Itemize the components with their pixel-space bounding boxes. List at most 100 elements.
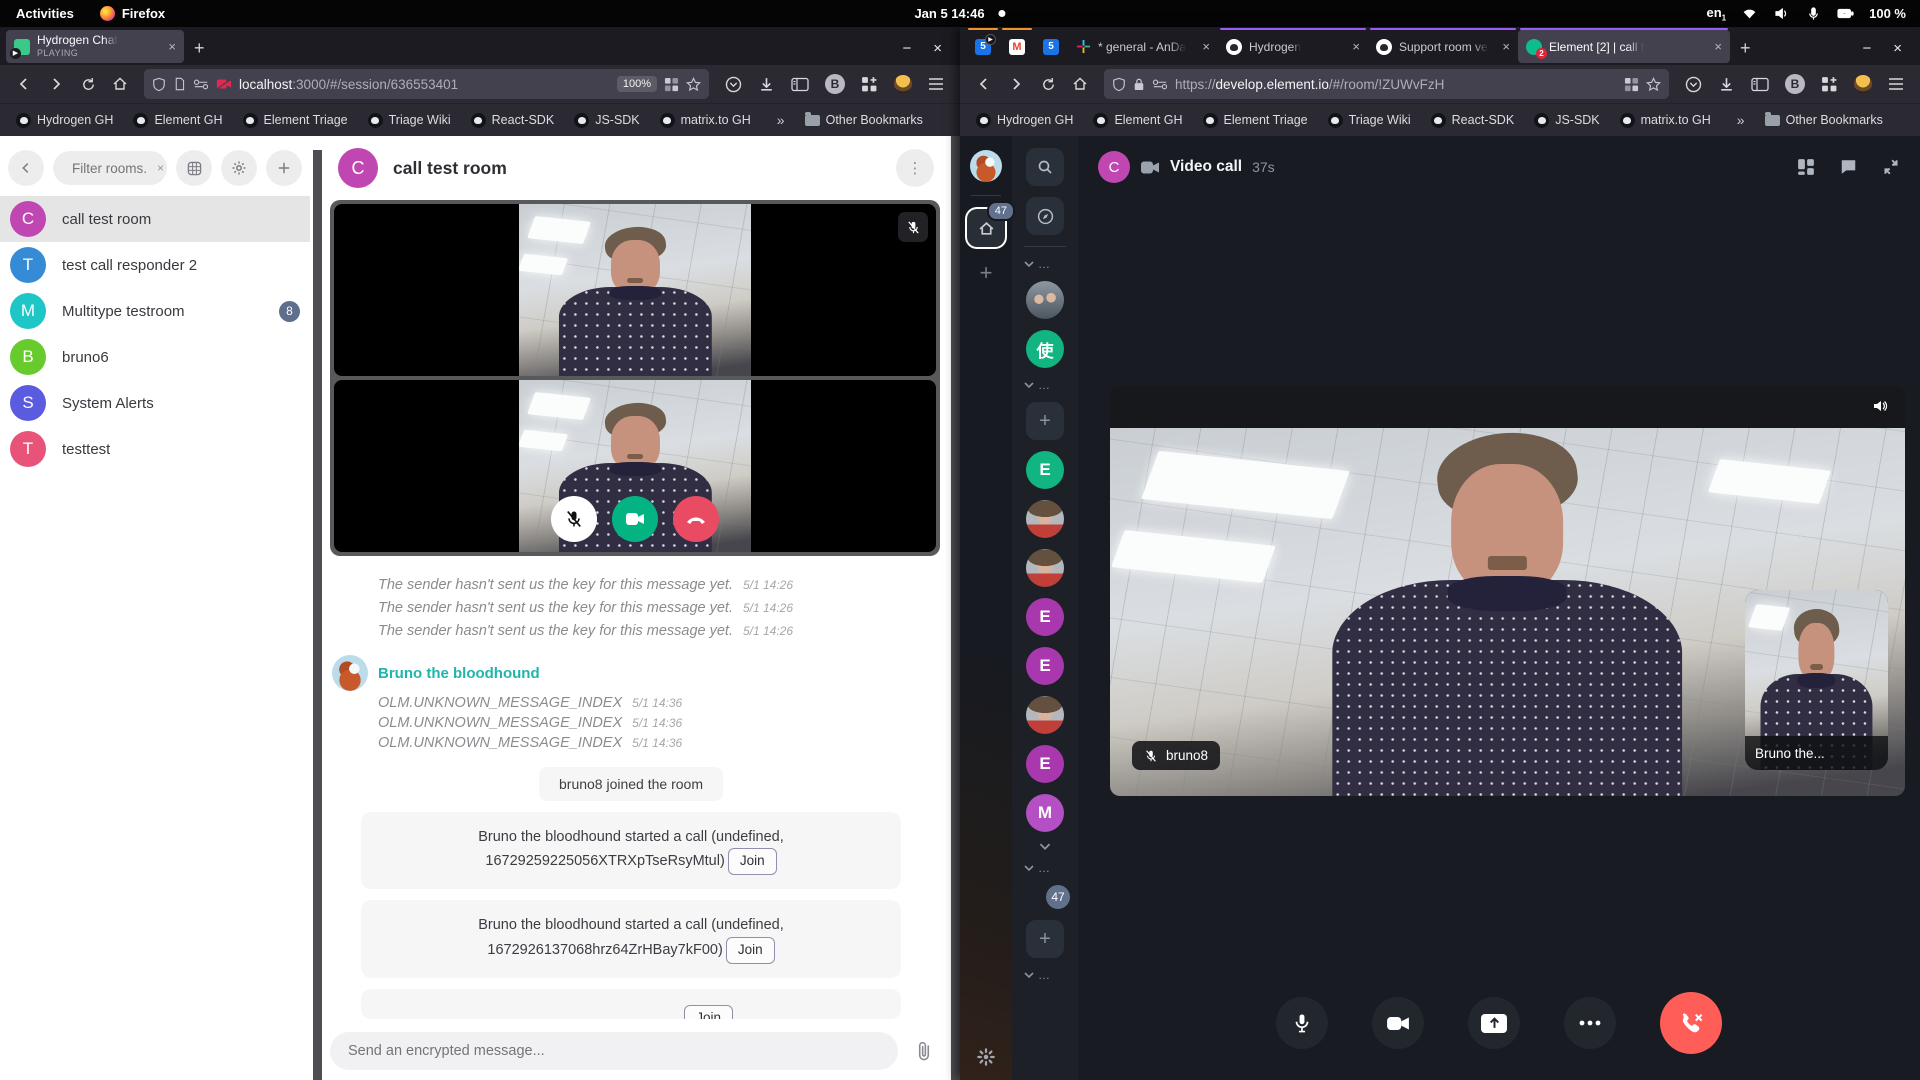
camera-blocked-icon[interactable] — [216, 78, 232, 90]
download-icon[interactable] — [758, 76, 775, 93]
sidebar-room-item[interactable]: SSystem Alerts — [0, 380, 310, 426]
settings-gear-button[interactable] — [221, 150, 257, 186]
filter-rooms-input[interactable] — [72, 161, 150, 176]
permissions-icon[interactable] — [1152, 78, 1168, 90]
back-button[interactable] — [970, 70, 998, 98]
sender-name[interactable]: Bruno the bloodhound — [378, 665, 540, 682]
more-options-button[interactable] — [1564, 997, 1616, 1049]
speaker-volume-icon[interactable] — [1871, 398, 1889, 414]
reload-button[interactable] — [74, 70, 102, 98]
collapsed-section-header[interactable]: … — [1024, 862, 1050, 874]
bookmark-item[interactable]: Triage Wiki — [368, 113, 451, 128]
collapsed-section-header[interactable]: … — [1024, 258, 1050, 270]
user-avatar[interactable] — [970, 150, 1002, 182]
search-button[interactable] — [1026, 148, 1064, 186]
activities-button[interactable]: Activities — [16, 6, 74, 21]
clear-filter-icon[interactable]: × — [157, 161, 164, 175]
shield-icon[interactable] — [1112, 77, 1126, 92]
forward-button[interactable] — [42, 70, 70, 98]
add-room-button[interactable]: + — [1026, 402, 1064, 440]
extension-critter-icon[interactable] — [894, 75, 912, 93]
layout-grid-icon[interactable] — [1797, 158, 1815, 176]
join-call-button[interactable]: Join — [684, 1005, 733, 1019]
zoom-level-chip[interactable]: 100% — [617, 76, 657, 92]
sidebar-toggle-icon[interactable] — [791, 77, 809, 92]
session-back-button[interactable] — [8, 150, 44, 186]
room-avatar[interactable] — [1026, 696, 1064, 734]
room-menu-kebab-icon[interactable]: ⋮ — [896, 149, 934, 187]
menu-hamburger-icon[interactable] — [1888, 77, 1904, 91]
window-close-button[interactable]: × — [1893, 40, 1902, 57]
extensions-puzzle-icon[interactable] — [1821, 76, 1838, 93]
page-info-icon[interactable] — [173, 77, 186, 91]
collapse-icon[interactable] — [1882, 158, 1900, 176]
extension-grid-icon[interactable] — [1624, 77, 1639, 92]
join-call-button[interactable]: Join — [728, 848, 777, 875]
sidebar-toggle-icon[interactable] — [1751, 77, 1769, 92]
tab-hydrogen-chat[interactable]: ▶ Hydrogen Chat PLAYING × — [6, 30, 184, 63]
hangup-button[interactable] — [673, 496, 719, 542]
bookmark-item[interactable]: Hydrogen GH — [976, 113, 1073, 128]
keyboard-layout[interactable]: en1 — [1707, 5, 1727, 23]
bookmark-item[interactable]: JS-SDK — [574, 113, 639, 128]
explore-button[interactable] — [1026, 197, 1064, 235]
create-room-button[interactable] — [266, 150, 302, 186]
sidebar-room-item[interactable]: MMultitype testroom8 — [0, 288, 310, 334]
home-button[interactable] — [106, 70, 134, 98]
bookmark-item[interactable]: Element Triage — [1203, 113, 1308, 128]
bookmark-item[interactable]: Triage Wiki — [1328, 113, 1411, 128]
bookmark-item[interactable]: matrix.to GH — [1620, 113, 1711, 128]
tab-close-icon[interactable]: × — [1196, 39, 1210, 54]
message-input[interactable] — [348, 1043, 880, 1059]
home-button[interactable] — [1066, 70, 1094, 98]
tab-element-2-call-t[interactable]: 2Element [2] | call t× — [1518, 30, 1730, 63]
filter-rooms-field[interactable]: × — [53, 151, 167, 185]
self-view-pip[interactable]: Bruno the... — [1745, 590, 1888, 770]
url-bar[interactable]: https://develop.element.io/#/room/!ZUWvF… — [1104, 69, 1669, 99]
system-tray[interactable]: en1 100 % — [1707, 5, 1920, 23]
collapsed-section-header[interactable]: … — [1024, 379, 1050, 391]
sidebar-room-item[interactable]: Bbruno6 — [0, 334, 310, 380]
room-avatar[interactable]: M — [1026, 794, 1064, 832]
call-video-tile-remote[interactable] — [334, 204, 936, 376]
extension-grid-icon[interactable] — [664, 77, 679, 92]
room-avatar[interactable]: E — [1026, 647, 1064, 685]
pinned-tab[interactable]: 5 — [1034, 30, 1068, 63]
window-minimize-button[interactable]: − — [902, 40, 911, 57]
new-tab-button[interactable]: + — [1730, 38, 1761, 59]
other-bookmarks-folder[interactable]: Other Bookmarks — [805, 113, 923, 127]
tab-audio-icon[interactable]: ▶ — [10, 48, 21, 59]
url-bar[interactable]: localhost:3000/#/session/636553401 100% — [144, 69, 709, 99]
grid-view-button[interactable] — [176, 150, 212, 186]
bitwarden-icon[interactable]: B — [825, 74, 845, 94]
mic-button[interactable] — [1276, 997, 1328, 1049]
add-room-button[interactable]: + — [1026, 920, 1064, 958]
join-call-button[interactable]: Join — [726, 937, 775, 964]
bookmark-item[interactable]: Element GH — [133, 113, 222, 128]
bitwarden-icon[interactable]: B — [1785, 74, 1805, 94]
quick-settings-gear-icon[interactable] — [977, 1048, 995, 1066]
scroll-chevron-icon[interactable] — [1039, 843, 1051, 851]
pocket-icon[interactable] — [1685, 76, 1702, 93]
room-avatar[interactable] — [1026, 281, 1064, 319]
bookmark-item[interactable]: Element Triage — [243, 113, 348, 128]
collapsed-section-header[interactable]: … — [1024, 969, 1050, 981]
remote-video-tile[interactable]: bruno8 Bruno the... — [1110, 386, 1905, 796]
back-button[interactable] — [10, 70, 38, 98]
tab-close-icon[interactable]: × — [1496, 39, 1510, 54]
room-avatar[interactable]: 使 — [1026, 330, 1064, 368]
hangup-call-button[interactable] — [1660, 992, 1722, 1054]
menu-hamburger-icon[interactable] — [928, 77, 944, 91]
tab-close-icon[interactable]: × — [162, 39, 176, 54]
reload-button[interactable] — [1034, 70, 1062, 98]
window-minimize-button[interactable]: − — [1862, 40, 1871, 57]
bookmark-item[interactable]: Element GH — [1093, 113, 1182, 128]
bookmarks-overflow-chevron[interactable]: » — [777, 112, 785, 128]
bookmarks-overflow-chevron[interactable]: » — [1737, 112, 1745, 128]
pinned-tab[interactable]: 5▶ — [966, 30, 1000, 63]
room-avatar[interactable] — [1026, 549, 1064, 587]
sidebar-room-item[interactable]: Ttest call responder 2 — [0, 242, 310, 288]
room-avatar[interactable]: E — [1026, 451, 1064, 489]
tab--general-anda[interactable]: * general - AnDa× — [1068, 30, 1218, 63]
pinned-tab[interactable]: M — [1000, 30, 1034, 63]
